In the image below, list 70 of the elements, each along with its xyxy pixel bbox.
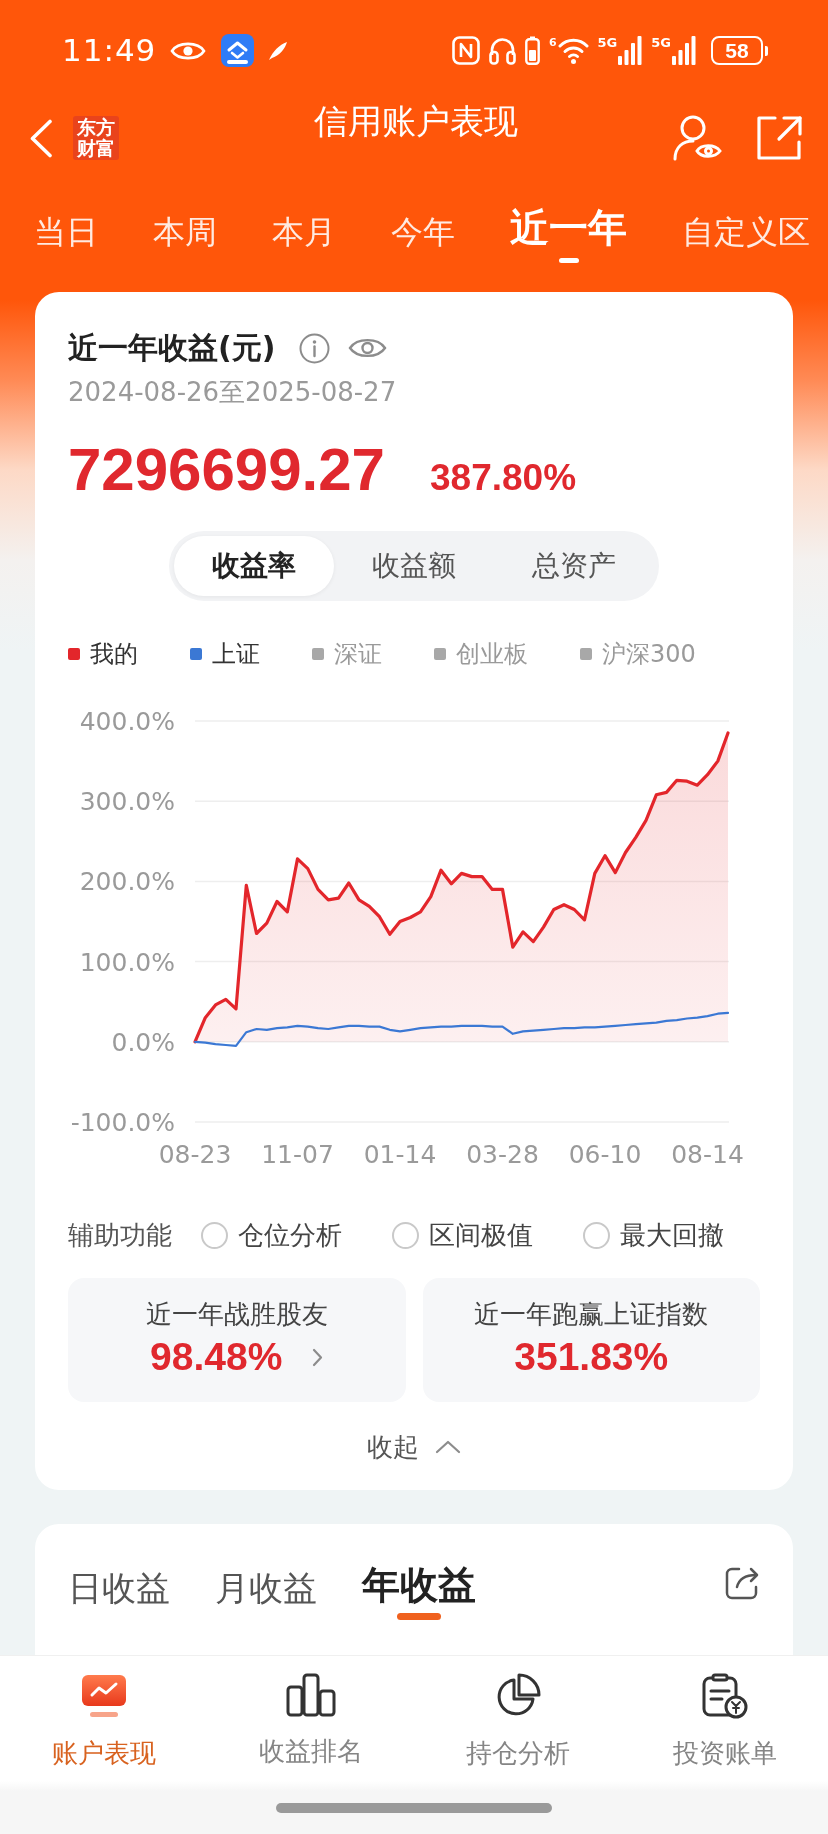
nfc-icon <box>451 36 480 65</box>
x-axis-label: 08-23 <box>158 1140 232 1169</box>
info-icon[interactable] <box>299 332 331 364</box>
stat-value: 98.48% <box>150 1334 283 1380</box>
radio-button[interactable] <box>392 1221 419 1249</box>
x-axis-label: 08-14 <box>671 1140 744 1169</box>
bill-icon <box>701 1673 748 1719</box>
view-tab[interactable]: 总资产 <box>494 536 654 596</box>
profit-amount: 7296699.27 <box>68 437 385 503</box>
eye-icon[interactable] <box>348 336 388 360</box>
back-button[interactable] <box>29 118 53 158</box>
x-axis-label: 11-07 <box>261 1140 334 1169</box>
radio-option[interactable]: 仓位分析 <box>201 1218 342 1252</box>
stat-value: 351.83% <box>514 1334 669 1380</box>
stat-label: 近一年战胜股友 <box>145 1298 328 1331</box>
x-axis-label: 03-28 <box>466 1140 539 1169</box>
nav-item[interactable]: 投资账单 <box>672 1673 777 1768</box>
return-rate: 387.80% <box>430 456 577 500</box>
y-axis-label: 200.0% <box>79 867 175 897</box>
legend-label[interactable]: 我的 <box>90 637 138 671</box>
radio-option[interactable]: 区间极值 <box>392 1218 533 1252</box>
earnings-tab[interactable]: 年收益 <box>362 1564 476 1622</box>
y-axis-label: 400.0% <box>79 707 175 736</box>
radio-button[interactable] <box>583 1221 610 1249</box>
page-title: 信用账户表现 <box>314 103 518 139</box>
clock-time: 11:49 <box>62 35 157 66</box>
wifi-label: 6 <box>548 37 557 48</box>
caret-up-icon <box>435 1440 461 1454</box>
chart-screen-icon <box>79 1673 128 1719</box>
battery-percent: 58 <box>711 36 763 65</box>
app-logo: 东方财富 <box>73 116 119 160</box>
wifi-icon <box>557 37 589 64</box>
y-axis-label: 300.0% <box>79 787 175 817</box>
stat-label: 近一年跑赢上证指数 <box>474 1298 709 1331</box>
network-type-label: 5G <box>651 36 671 49</box>
bar-chart-icon <box>285 1673 336 1717</box>
earnings-tab[interactable]: 日收益 <box>68 1568 170 1622</box>
nav-item[interactable]: 持仓分析 <box>465 1673 570 1768</box>
assist-label: 辅助功能 <box>68 1219 172 1252</box>
feather-icon <box>268 40 289 61</box>
y-axis-label: 0.0% <box>111 1027 175 1057</box>
view-tab[interactable]: 收益率 <box>174 536 334 596</box>
y-axis-label: 100.0% <box>79 947 175 977</box>
radio-option[interactable]: 最大回撤 <box>583 1218 724 1252</box>
person-eye-icon <box>673 115 722 161</box>
legend-label[interactable]: 上证 <box>212 637 260 671</box>
radio-button[interactable] <box>201 1221 228 1249</box>
earnings-tab[interactable]: 月收益 <box>215 1568 317 1622</box>
x-axis-label: 06-10 <box>568 1140 642 1169</box>
share-button[interactable] <box>724 1565 760 1601</box>
x-axis-label: 01-14 <box>363 1140 437 1169</box>
account-visibility-button[interactable] <box>673 115 722 161</box>
card-title: 近一年收益(元) <box>68 329 276 367</box>
signal-bars-icon <box>618 36 643 65</box>
network-type-label: 5G <box>597 36 618 49</box>
nav-item[interactable]: 账户表现 <box>51 1673 156 1768</box>
nav-item[interactable]: 收益排名 <box>258 1673 363 1768</box>
collapse-button[interactable]: 收起 <box>367 1431 461 1463</box>
share-icon <box>724 1565 760 1601</box>
share-icon <box>756 115 803 161</box>
y-axis-label: -100.0% <box>70 1108 175 1137</box>
date-range: 2024-08-26至2025-08-27 <box>68 376 398 408</box>
stat-tile[interactable]: 近一年战胜股友 98.48% <box>68 1278 406 1402</box>
view-tab[interactable]: 收益额 <box>334 536 494 596</box>
share-button[interactable] <box>756 115 803 161</box>
headphones-icon <box>488 36 516 65</box>
signal-bars-icon <box>672 36 696 65</box>
small-battery-icon <box>524 36 540 65</box>
back-chevron-icon <box>29 118 53 158</box>
app-icon <box>221 34 255 67</box>
